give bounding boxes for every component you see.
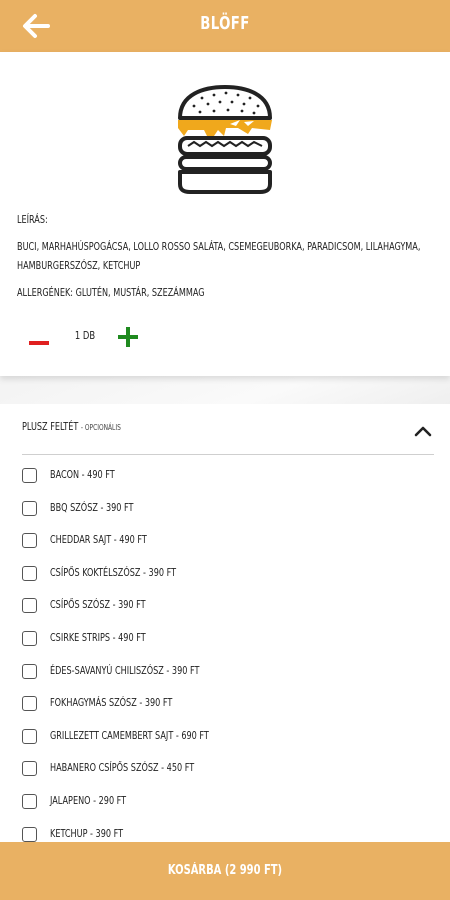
chevron-up-icon[interactable] xyxy=(414,425,432,437)
option-checkbox[interactable] xyxy=(22,500,37,516)
option-label: Habanero csípős szósz - 450 Ft xyxy=(50,761,195,775)
option-checkbox[interactable] xyxy=(22,533,37,549)
option-label: Ketchup - 390 Ft xyxy=(50,826,124,840)
add-to-cart-label: Kosárba (2 990 Ft) xyxy=(167,863,283,878)
option-checkbox[interactable] xyxy=(22,565,37,581)
allergens-text: Allergének: GLUTÉN, MUSTÁR, SZEZÁMMAG xyxy=(17,286,205,299)
extra-option[interactable]: Csirke strips - 490 Ft xyxy=(22,629,434,662)
option-label: Bacon - 490 Ft xyxy=(50,468,115,481)
option-checkbox[interactable] xyxy=(22,598,37,614)
option-checkbox[interactable] xyxy=(22,761,37,777)
extra-option[interactable]: Cheddar sajt - 490 Ft xyxy=(22,531,434,564)
description-text: BUCI, MARHAHÚSPOGÁCSA, LOLLO ROSSO SALÁT… xyxy=(17,240,421,272)
option-label: Fokhagymás szósz - 390 Ft xyxy=(50,696,173,710)
option-checkbox[interactable] xyxy=(22,630,37,646)
option-label: Cheddar sajt - 490 Ft xyxy=(50,533,147,547)
top-app-bar: BLÖFF xyxy=(0,0,450,52)
option-checkbox[interactable] xyxy=(22,663,37,679)
option-label: BBQ szósz - 390 Ft xyxy=(50,500,134,514)
background-stripe xyxy=(0,376,450,404)
option-checkbox[interactable] xyxy=(22,826,37,842)
extras-divider xyxy=(22,454,434,455)
option-checkbox[interactable] xyxy=(22,696,37,712)
extra-option[interactable]: Bacon - 490 Ft xyxy=(22,466,434,499)
plus-icon[interactable] xyxy=(117,325,139,349)
extra-option[interactable]: Csípős szósz - 390 Ft xyxy=(22,596,434,629)
description-title: Leírás: xyxy=(17,213,48,226)
option-checkbox[interactable] xyxy=(22,728,37,744)
option-label: Csípős koktélszósz - 390 Ft xyxy=(50,565,177,579)
option-label: Grillezett camembert sajt - 690 Ft xyxy=(50,728,209,742)
extra-option[interactable]: Fokhagymás szósz - 390 Ft xyxy=(22,694,434,727)
option-checkbox[interactable] xyxy=(22,793,37,809)
extras-header[interactable]: Plusz feltét - opcionális xyxy=(22,420,121,433)
extra-option[interactable]: BBQ szósz - 390 Ft xyxy=(22,499,434,532)
burger-icon xyxy=(178,85,272,194)
extra-option[interactable]: Csípős koktélszósz - 390 Ft xyxy=(22,564,434,597)
option-label: Édes-savanyú chiliszósz - 390 Ft xyxy=(50,663,200,677)
option-checkbox[interactable] xyxy=(22,468,37,483)
extra-option[interactable]: Jalapeno - 290 Ft xyxy=(22,792,434,825)
extras-subtitle: - opcionális xyxy=(80,423,121,432)
extra-option[interactable]: Édes-savanyú chiliszósz - 390 Ft xyxy=(22,662,434,695)
minus-icon[interactable] xyxy=(28,332,50,354)
add-to-cart-button[interactable]: Kosárba (2 990 Ft) xyxy=(0,842,450,900)
quantity-value: 1 db xyxy=(74,329,96,342)
product-card: Leírás: BUCI, MARHAHÚSPOGÁCSA, LOLLO ROS… xyxy=(0,52,450,376)
extras-option-list: Bacon - 490 Ft BBQ szósz - 390 Ft Cheddar … xyxy=(22,466,434,844)
option-label: Jalapeno - 290 Ft xyxy=(50,793,127,807)
extra-option[interactable]: Grillezett camembert sajt - 690 Ft xyxy=(22,727,434,760)
option-label: Csípős szósz - 390 Ft xyxy=(50,598,146,612)
extras-section: Plusz feltét - opcionális Bacon - 490 Ft… xyxy=(0,404,450,844)
page-title: BLÖFF xyxy=(200,13,250,34)
option-label: Csirke strips - 490 Ft xyxy=(50,630,146,644)
extra-option[interactable]: Habanero csípős szósz - 450 Ft xyxy=(22,759,434,792)
extras-title: Plusz feltét xyxy=(22,420,79,433)
